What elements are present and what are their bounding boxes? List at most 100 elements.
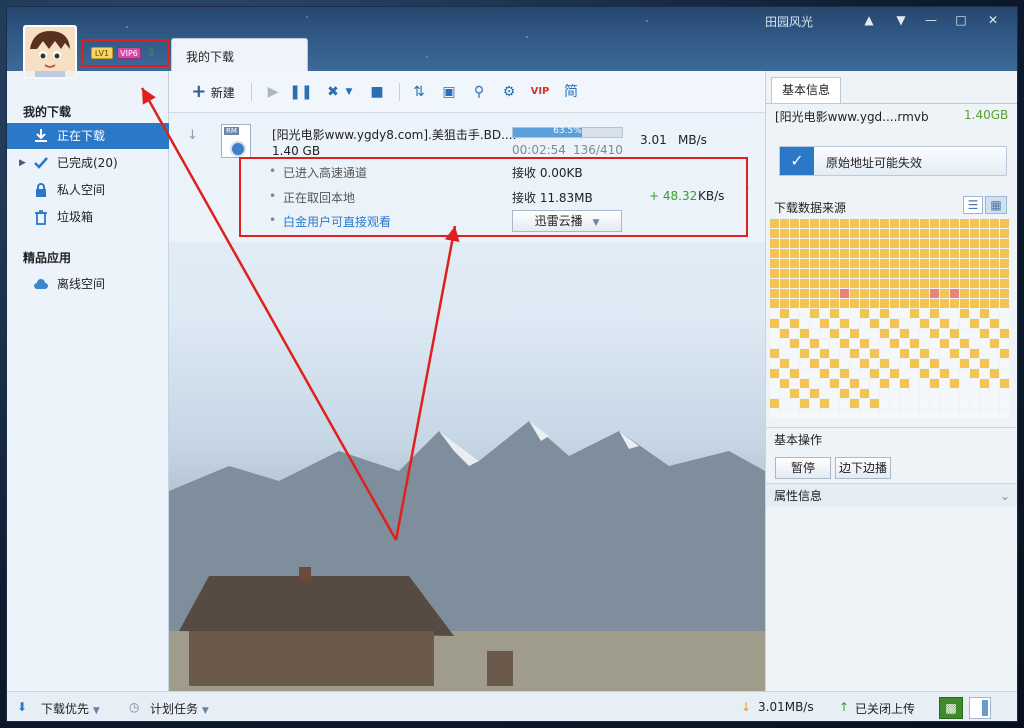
piece-cell <box>920 389 929 398</box>
piece-cell <box>880 389 889 398</box>
panel-toggle-bar <box>982 700 988 716</box>
stream-play-button[interactable]: 边下边播 <box>835 457 891 479</box>
vip-icon[interactable]: VIP <box>527 81 553 103</box>
sidebar-item-private[interactable]: 私人空间 <box>7 177 169 203</box>
piece-cell <box>850 219 859 228</box>
piece-cell <box>920 219 929 228</box>
list-view-icon[interactable]: ☰ <box>963 196 983 214</box>
piece-cell <box>900 259 909 268</box>
piece-cell <box>980 279 989 288</box>
top-icon[interactable]: ▣ <box>437 81 461 103</box>
piece-cell <box>1000 229 1009 238</box>
piece-cell <box>910 359 919 368</box>
new-task-button[interactable]: + 新建 <box>183 81 243 103</box>
simple-mode-button[interactable]: 简 <box>559 81 583 103</box>
piece-cell <box>870 319 879 328</box>
total-speed: 3.01MB/s <box>758 700 814 714</box>
checkbox-checked-icon[interactable]: ✓ <box>780 147 814 175</box>
tab-basic-info[interactable]: 基本信息 <box>771 77 841 103</box>
piece-cell <box>820 269 829 278</box>
piece-cell <box>850 239 859 248</box>
piece-cell <box>930 359 939 368</box>
piece-cell <box>900 289 909 298</box>
task-arrow-icon: ↓ <box>187 128 198 143</box>
minimize-icon[interactable]: — <box>921 11 941 29</box>
vip-badge[interactable]: VIP6 <box>117 47 141 59</box>
piece-cell <box>960 329 969 338</box>
piece-cell <box>980 399 989 408</box>
piece-cell <box>940 359 949 368</box>
delete-dropdown-icon[interactable]: ▼ <box>343 81 355 103</box>
piece-cell <box>820 399 829 408</box>
piece-cell <box>900 239 909 248</box>
sidebar-item-offline-space[interactable]: 离线空间 <box>7 271 169 297</box>
piece-cell <box>920 399 929 408</box>
piece-cell <box>930 299 939 308</box>
sidebar-item-downloading[interactable]: 正在下载 <box>7 123 169 149</box>
task-name[interactable]: [阳光电影www.ygdy8.com].美狙击手.BD.... <box>272 126 516 143</box>
tab-my-downloads[interactable]: 我的下载 <box>171 38 308 71</box>
skin-name[interactable]: 田园风光 <box>765 13 813 30</box>
piece-cell <box>800 349 809 358</box>
settings-gear-icon[interactable]: ⚙ <box>497 81 521 103</box>
piece-cell <box>800 219 809 228</box>
piece-cell <box>910 269 919 278</box>
start-icon[interactable]: ▶ <box>261 81 285 103</box>
schedule-button[interactable]: 计划任务 ▼ <box>150 700 209 717</box>
pause-button[interactable]: 暂停 <box>775 457 831 479</box>
expand-arrow-icon[interactable]: ▶ <box>19 150 26 176</box>
piece-cell <box>780 349 789 358</box>
panel-toggle-icon[interactable] <box>969 697 991 719</box>
piece-cell <box>850 369 859 378</box>
piece-cell <box>830 329 839 338</box>
piece-cell <box>780 289 789 298</box>
piece-cell <box>940 389 949 398</box>
sidebar-item-completed[interactable]: ▶ 已完成(20) <box>7 150 169 176</box>
piece-cell <box>990 369 999 378</box>
pause-icon[interactable]: ❚❚ <box>289 81 313 103</box>
piece-cell <box>890 309 899 318</box>
sidebar-item-label: 已完成(20) <box>57 156 118 170</box>
piece-cell <box>1000 289 1009 298</box>
chart-view-icon[interactable]: ▩ <box>939 697 963 719</box>
piece-cell <box>860 379 869 388</box>
skin-shirt-icon[interactable]: ▲ <box>859 11 879 29</box>
search-icon[interactable]: ⚲ <box>467 81 491 103</box>
maximize-icon[interactable]: □ <box>951 11 971 29</box>
piece-cell <box>930 239 939 248</box>
menu-down-icon[interactable]: ▼ <box>891 11 911 29</box>
piece-cell <box>1000 279 1009 288</box>
piece-cell <box>870 359 879 368</box>
piece-cell <box>970 219 979 228</box>
upload-status[interactable]: 已关闭上传 <box>855 700 915 717</box>
piece-cell <box>970 309 979 318</box>
piece-cell <box>830 319 839 328</box>
piece-cell <box>990 329 999 338</box>
piece-cell <box>900 269 909 278</box>
chevron-down-icon: ▼ <box>92 706 100 716</box>
piece-cell <box>800 409 809 418</box>
upgrade-arrow-icon[interactable]: ⇧ <box>145 47 157 59</box>
piece-cell <box>780 379 789 388</box>
piece-cell <box>840 389 849 398</box>
piece-cell <box>770 389 779 398</box>
piece-cell <box>870 329 879 338</box>
file-name: [阳光电影www.ygd....rmvb <box>775 110 929 124</box>
level-badge[interactable]: LV1 <box>91 47 113 59</box>
piece-cell <box>940 299 949 308</box>
file-disc <box>230 141 246 157</box>
props-title[interactable]: 属性信息 ⌄ <box>766 483 1017 507</box>
delete-icon[interactable]: ✖ <box>321 81 345 103</box>
close-icon[interactable]: ✕ <box>983 11 1003 29</box>
sidebar-item-trash[interactable]: 垃圾箱 <box>7 204 169 230</box>
download-priority-button[interactable]: 下载优先 ▼ <box>41 700 100 717</box>
sort-icon[interactable]: ⇅ <box>407 81 431 103</box>
sidebar-section-apps: 精品应用 <box>23 251 72 265</box>
piece-cell <box>830 349 839 358</box>
piece-cell <box>800 249 809 258</box>
grid-view-icon[interactable]: ▦ <box>985 196 1007 214</box>
piece-cell <box>960 339 969 348</box>
folder-icon[interactable]: ■ <box>365 81 389 103</box>
piece-cell <box>770 239 779 248</box>
sidebar-item-label: 垃圾箱 <box>57 210 94 224</box>
